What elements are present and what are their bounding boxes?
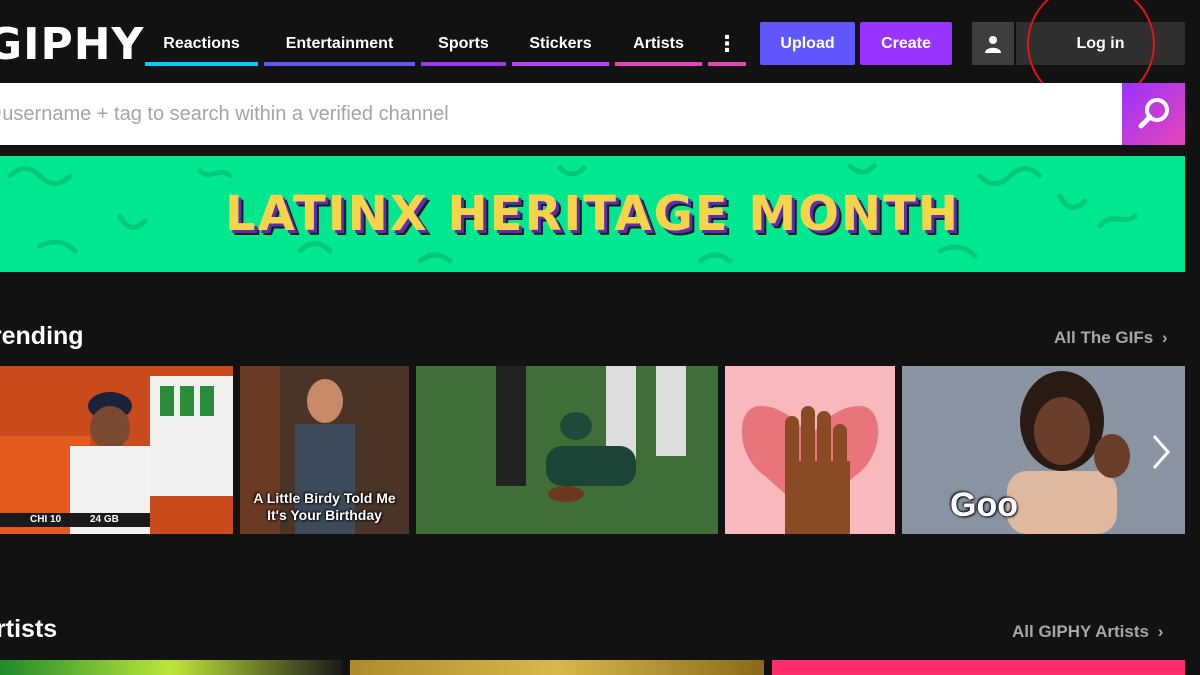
all-artists-link[interactable]: All GIPHY Artists ›	[1012, 622, 1163, 642]
gif-image	[0, 366, 233, 534]
chevron-right-icon[interactable]	[1142, 430, 1178, 474]
nav-reactions-label: Reactions	[163, 35, 240, 52]
nav-sports-label: Sports	[438, 35, 489, 52]
score-right: 24 GB	[90, 514, 119, 525]
gif-tile-eagles[interactable]	[416, 366, 718, 534]
chevron-right-icon: ›	[1161, 328, 1168, 347]
nav-entertainment[interactable]: Entertainment	[264, 22, 415, 66]
heritage-banner[interactable]: LATINX HERITAGE MONTH	[0, 156, 1185, 272]
gif-image	[416, 366, 718, 534]
nav-entertainment-label: Entertainment	[285, 35, 394, 52]
sticker-tile-hand-heart[interactable]	[725, 366, 895, 534]
gif-tile-football[interactable]: CHI 10 24 GB	[0, 366, 233, 534]
search-icon	[1138, 98, 1169, 129]
search-input[interactable]	[0, 83, 1122, 145]
vertical-ellipsis-icon: ⋮	[716, 31, 738, 56]
user-button[interactable]	[972, 22, 1014, 65]
artists-title: Artists	[0, 615, 58, 643]
nav-underline	[708, 62, 746, 66]
main-nav: Reactions Entertainment Sports Stickers …	[145, 22, 752, 66]
giphy-logo[interactable]: GIPHY	[0, 20, 144, 70]
gif-image	[725, 366, 895, 534]
gif-caption: Goo	[950, 486, 1018, 524]
banner-title: LATINX HERITAGE MONTH	[225, 186, 960, 242]
chevron-right-icon: ›	[1157, 622, 1164, 641]
artist-tile[interactable]	[772, 660, 1185, 675]
gif-tile-birthday[interactable]: A Little Birdy Told Me It's Your Birthda…	[240, 366, 409, 534]
artist-tile[interactable]	[0, 660, 342, 675]
nav-underline	[145, 62, 258, 66]
all-gifs-label: All The GIFs	[1054, 328, 1154, 347]
score-left: CHI 10	[30, 514, 62, 525]
gif-caption: A Little Birdy Told Me It's Your Birthda…	[253, 490, 396, 523]
nav-artists[interactable]: Artists	[615, 22, 702, 66]
nav-stickers[interactable]: Stickers	[512, 22, 609, 66]
trending-title: Trending	[0, 322, 84, 350]
all-gifs-link[interactable]: All The GIFs ›	[1054, 328, 1168, 348]
search-button[interactable]	[1122, 83, 1185, 145]
user-icon	[985, 35, 1001, 53]
all-artists-label: All GIPHY Artists	[1012, 622, 1149, 641]
nav-more-button[interactable]: ⋮	[708, 22, 746, 66]
upload-button[interactable]: Upload	[760, 22, 855, 65]
nav-artists-label: Artists	[633, 35, 684, 52]
login-button[interactable]: Log in	[1016, 22, 1185, 65]
nav-underline	[421, 62, 506, 66]
nav-underline	[615, 62, 702, 66]
create-button[interactable]: Create	[860, 22, 952, 65]
nav-underline	[512, 62, 609, 66]
nav-sports[interactable]: Sports	[421, 22, 506, 66]
nav-stickers-label: Stickers	[529, 35, 592, 52]
artist-tile[interactable]	[350, 660, 764, 675]
nav-reactions[interactable]: Reactions	[145, 22, 258, 66]
nav-underline	[264, 62, 415, 66]
